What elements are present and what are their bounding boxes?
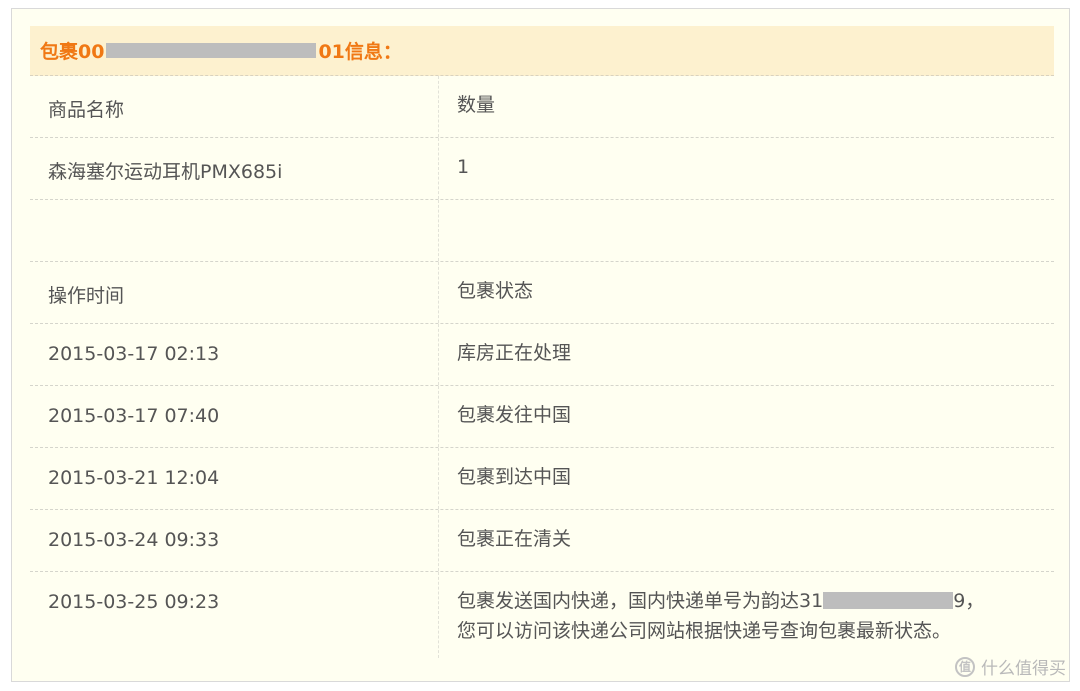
watermark: 值 什么值得买 <box>955 654 1066 679</box>
status-row-last: 2015-03-25 09:23 包裹发送国内快递，国内快递单号为韵达31 9， … <box>30 572 1054 658</box>
redacted-tracking-number <box>823 592 954 609</box>
column-header-quantity: 数量 <box>457 94 496 116</box>
status-time: 2015-03-24 09:33 <box>48 529 220 551</box>
status-time: 2015-03-21 12:04 <box>48 467 220 489</box>
status-text: 库房正在处理 <box>457 342 572 364</box>
status-time: 2015-03-17 07:40 <box>48 405 220 427</box>
status-line2: 您可以访问该快递公司网站根据快递号查询包裹最新状态。 <box>457 620 952 642</box>
zhi-icon: 值 <box>955 656 975 677</box>
product-row: 森海塞尔运动耳机PMX685i 1 <box>30 138 1054 200</box>
status-time: 2015-03-25 09:23 <box>48 591 220 613</box>
status-row: 2015-03-17 07:40 包裹发往中国 <box>30 386 1054 448</box>
redacted-package-number <box>106 43 317 58</box>
status-row: 2015-03-24 09:33 包裹正在清关 <box>30 510 1054 572</box>
status-table-header: 操作时间 包裹状态 <box>30 262 1054 324</box>
product-name: 森海塞尔运动耳机PMX685i <box>48 161 283 183</box>
product-quantity: 1 <box>457 156 470 178</box>
package-title: 包裹00 01信息： <box>30 26 1054 76</box>
status-line1-suffix: 9， <box>953 590 985 612</box>
watermark-text: 什么值得买 <box>981 659 1066 679</box>
product-table-header: 商品名称 数量 <box>30 76 1054 138</box>
status-row: 2015-03-21 12:04 包裹到达中国 <box>30 448 1054 510</box>
package-info-panel: 包裹00 01信息： 商品名称 数量 森海塞尔运动耳机PMX685i 1 操作时… <box>11 8 1070 682</box>
spacer-row <box>30 200 1054 262</box>
column-header-status: 包裹状态 <box>457 280 534 302</box>
status-text: 包裹正在清关 <box>457 528 572 550</box>
status-time: 2015-03-17 02:13 <box>48 343 220 365</box>
status-text: 包裹到达中国 <box>457 466 572 488</box>
package-title-prefix: 包裹00 <box>40 41 105 63</box>
column-header-product-name: 商品名称 <box>48 99 125 121</box>
column-header-time: 操作时间 <box>48 285 125 307</box>
status-text: 包裹发往中国 <box>457 404 572 426</box>
status-text-multiline: 包裹发送国内快递，国内快递单号为韵达31 9， 您可以访问该快递公司网站根据快递号… <box>457 586 984 646</box>
status-row: 2015-03-17 02:13 库房正在处理 <box>30 324 1054 386</box>
package-title-suffix: 01信息： <box>318 41 402 63</box>
status-line1-prefix: 包裹发送国内快递，国内快递单号为韵达31 <box>457 590 824 612</box>
